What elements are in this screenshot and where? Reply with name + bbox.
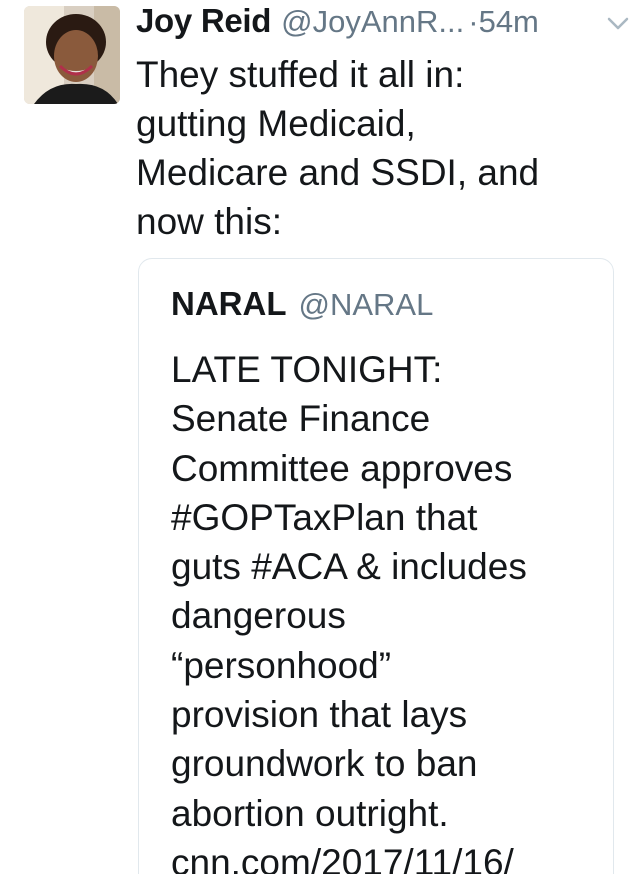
quoted-author-name: NARAL — [171, 285, 287, 322]
timestamp[interactable]: ·54m — [468, 4, 539, 40]
quoted-author-handle: @NARAL — [298, 287, 434, 322]
author-handle[interactable]: @JoyAnnR... — [281, 4, 464, 40]
author-name[interactable]: Joy Reid — [136, 2, 271, 40]
tweet-header: Joy Reid @JoyAnnR... ·54m — [136, 2, 620, 52]
tweet-text: They stuffed it all in: gutting Medicaid… — [136, 54, 540, 242]
chevron-down-icon[interactable] — [606, 16, 630, 32]
quoted-tweet-text: LATE TONIGHT: Senate Finance Committee a… — [171, 349, 527, 874]
avatar[interactable] — [24, 6, 120, 104]
quoted-tweet[interactable]: NARAL @NARAL LATE TONIGHT: Senate Financ… — [138, 258, 614, 874]
quoted-tweet-header: NARAL @NARAL — [171, 285, 433, 323]
tweet[interactable]: Joy Reid @JoyAnnR... ·54m They stuffed i… — [0, 0, 640, 874]
